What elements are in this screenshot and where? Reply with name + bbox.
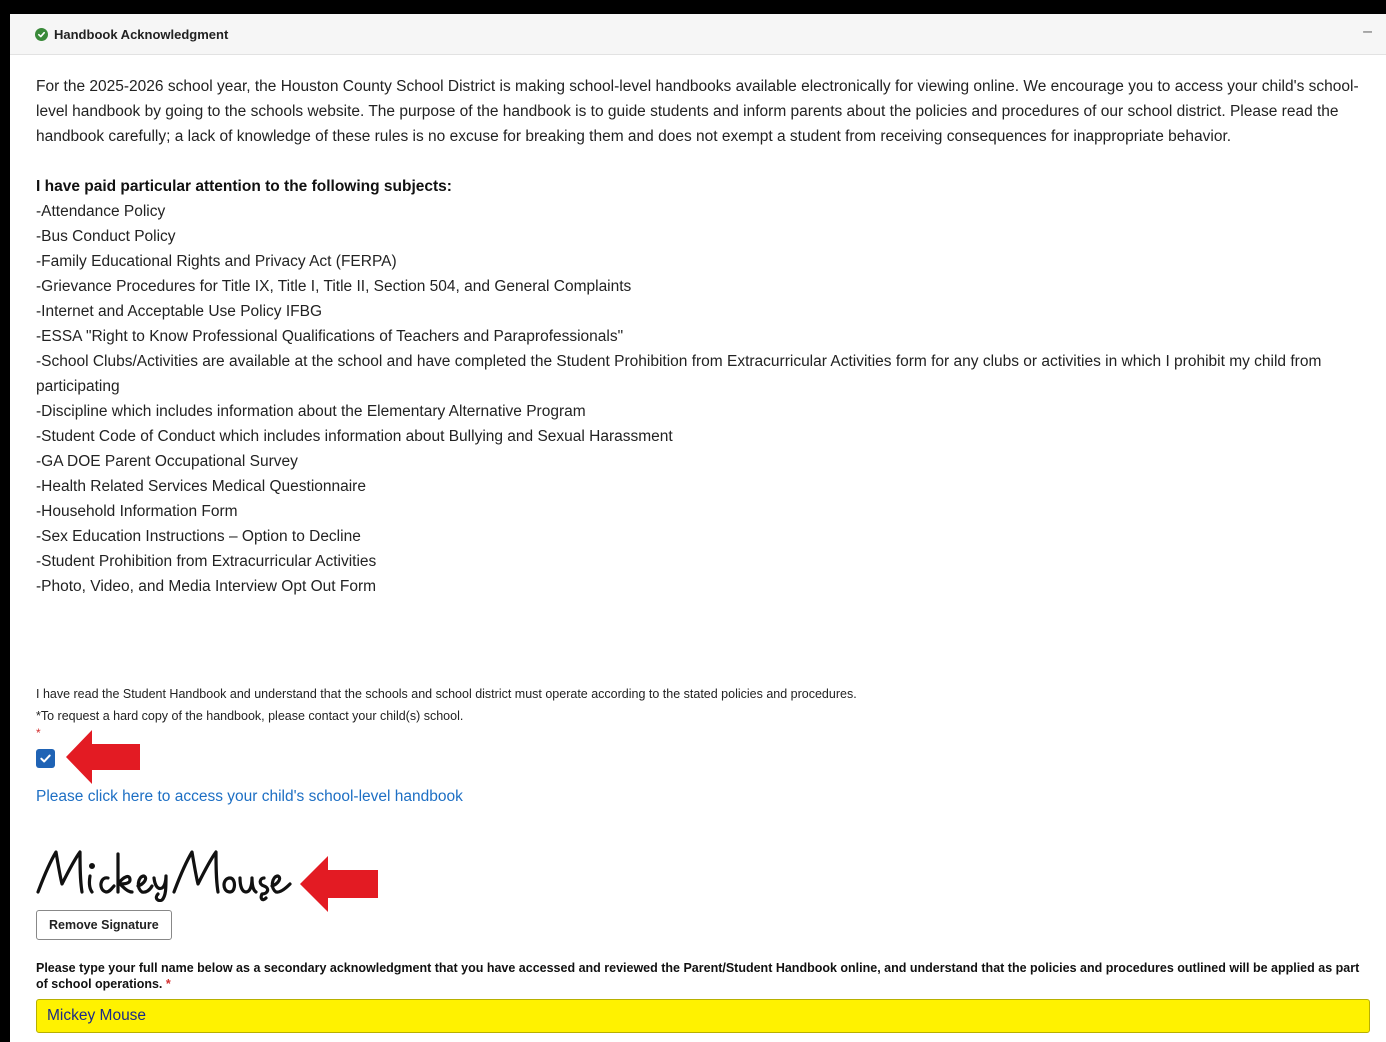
subject-item: -Household Information Form xyxy=(36,503,238,520)
subject-item: -Student Code of Conduct which includes … xyxy=(36,428,673,445)
subject-item: -Student Prohibition from Extracurricula… xyxy=(36,553,377,570)
acknowledgment-statement: I have read the Student Handbook and und… xyxy=(36,687,857,701)
full-name-input[interactable] xyxy=(36,999,1370,1033)
subject-item: -GA DOE Parent Occupational Survey xyxy=(36,453,298,470)
typed-name-label-text: Please type your full name below as a se… xyxy=(36,961,1360,991)
acknowledgment-text: I have read the Student Handbook and und… xyxy=(36,683,1376,739)
subject-item: -Photo, Video, and Media Interview Opt O… xyxy=(36,578,377,595)
handbook-acknowledgment-panel: Handbook Acknowledgment – For the 2025-2… xyxy=(10,14,1386,1042)
subject-item: -Health Related Services Medical Questio… xyxy=(36,478,366,495)
subject-item: -Bus Conduct Policy xyxy=(36,228,176,245)
checkmark-icon xyxy=(40,754,51,763)
subject-item: -Sex Education Instructions – Option to … xyxy=(36,528,361,545)
subject-item: -ESSA "Right to Know Professional Qualif… xyxy=(36,328,624,345)
subjects-heading: I have paid particular attention to the … xyxy=(36,178,452,195)
subject-item: -Internet and Acceptable Use Policy IFBG xyxy=(36,303,323,320)
subjects-list: -Attendance Policy -Bus Conduct Policy -… xyxy=(36,199,1376,599)
intro-paragraph: For the 2025-2026 school year, the Houst… xyxy=(36,78,1359,145)
annotation-arrow-icon xyxy=(300,856,378,912)
required-marker: * xyxy=(36,726,41,740)
acknowledgment-checkbox[interactable] xyxy=(36,749,55,768)
panel-body: For the 2025-2026 school year, the Houst… xyxy=(36,74,1376,599)
subject-item: -Family Educational Rights and Privacy A… xyxy=(36,253,397,270)
collapse-icon[interactable]: – xyxy=(1363,24,1372,40)
subject-item: -Grievance Procedures for Title IX, Titl… xyxy=(36,278,632,295)
required-marker: * xyxy=(165,977,171,991)
panel-title: Handbook Acknowledgment xyxy=(54,26,229,42)
hard-copy-note: *To request a hard copy of the handbook,… xyxy=(36,709,464,723)
subject-item: -Attendance Policy xyxy=(36,203,166,220)
subject-item: -School Clubs/Activities are available a… xyxy=(36,353,1322,395)
signature-image xyxy=(36,850,292,902)
annotation-arrow-icon xyxy=(66,730,140,784)
check-circle-icon xyxy=(35,27,48,41)
panel-header[interactable]: Handbook Acknowledgment – xyxy=(10,14,1386,55)
subject-item: -Discipline which includes information a… xyxy=(36,403,586,420)
handbook-link[interactable]: Please click here to access your child's… xyxy=(36,788,463,806)
remove-signature-button[interactable]: Remove Signature xyxy=(36,910,172,940)
typed-name-label: Please type your full name below as a se… xyxy=(36,960,1366,992)
